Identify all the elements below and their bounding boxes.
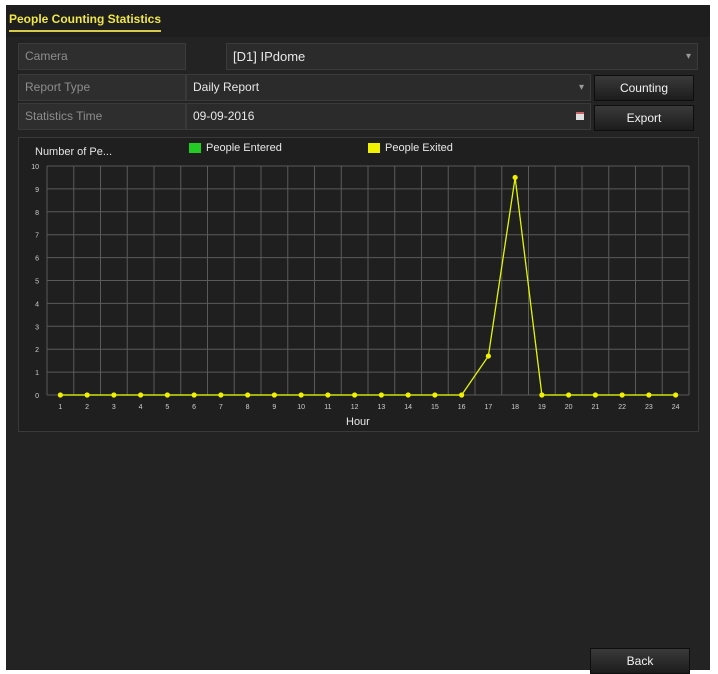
statistics-time-value: 09-09-2016	[193, 109, 255, 123]
x-tick-label: 14	[404, 404, 412, 411]
y-tick-label: 4	[35, 301, 39, 308]
y-tick-label: 0	[35, 393, 39, 400]
y-tick-label: 10	[31, 164, 39, 171]
statistics-time-field[interactable]: 09-09-2016	[186, 103, 591, 130]
x-tick-label: 23	[645, 404, 653, 411]
x-tick-label: 13	[377, 404, 385, 411]
data-point	[646, 392, 652, 398]
x-tick-label: 15	[431, 404, 439, 411]
people-count-chart: 0 1 2 3 4 5 6 7 8 9 10 1 2 3 4 5 6 7 8 9 10 11 12 13 14 15 16 17 18 1…	[18, 137, 699, 432]
data-point	[485, 353, 491, 359]
x-tick-label: 20	[565, 404, 573, 411]
data-point	[164, 392, 170, 398]
data-point	[352, 392, 358, 398]
export-button[interactable]: Export	[594, 105, 694, 131]
legend-people-exited: People Exited	[368, 142, 453, 154]
data-point	[57, 392, 63, 398]
chart-x-title: Hour	[346, 416, 370, 428]
x-tick-label: 8	[246, 404, 250, 411]
x-tick-label: 12	[351, 404, 359, 411]
data-point	[218, 392, 224, 398]
tab-bar: People Counting Statistics	[6, 5, 710, 37]
x-tick-label: 17	[484, 404, 492, 411]
x-tick-label: 3	[112, 404, 116, 411]
legend-swatch-entered	[189, 143, 201, 154]
x-tick-label: 5	[165, 404, 169, 411]
chevron-down-icon: ▾	[685, 51, 691, 62]
x-tick-label: 9	[272, 404, 276, 411]
data-point	[512, 174, 518, 181]
camera-row: Camera [D1] IPdome ▾	[18, 43, 698, 70]
x-tick-label: 6	[192, 404, 196, 411]
data-point	[191, 392, 197, 398]
legend-label-exited: People Exited	[385, 142, 453, 154]
chevron-down-icon: ▾	[578, 82, 584, 93]
data-point	[459, 392, 465, 398]
chart-y-title: Number of Pe...	[35, 146, 113, 158]
counting-button[interactable]: Counting	[594, 75, 694, 101]
y-tick-label: 8	[35, 210, 39, 217]
x-tick-label: 19	[538, 404, 546, 411]
data-point	[298, 392, 304, 398]
data-point	[111, 392, 117, 398]
legend-people-entered: People Entered	[189, 142, 282, 154]
camera-select[interactable]: [D1] IPdome ▾	[226, 43, 698, 70]
x-tick-label: 1	[58, 404, 62, 411]
y-tick-label: 9	[35, 187, 39, 194]
y-tick-label: 1	[35, 370, 39, 377]
data-point	[405, 392, 411, 398]
x-tick-label: 7	[219, 404, 223, 411]
x-tick-label: 16	[458, 404, 466, 411]
data-point	[245, 392, 251, 398]
data-point	[325, 392, 331, 398]
data-point	[539, 392, 545, 398]
camera-value: [D1] IPdome	[233, 49, 306, 64]
y-tick-label: 7	[35, 233, 39, 240]
camera-label: Camera	[18, 43, 186, 70]
x-tick-label: 2	[85, 404, 89, 411]
data-point	[619, 392, 625, 398]
data-point	[592, 392, 598, 398]
tab-people-counting-statistics[interactable]: People Counting Statistics	[9, 12, 161, 26]
y-tick-label: 2	[35, 347, 39, 354]
legend-label-entered: People Entered	[206, 142, 282, 154]
data-point	[673, 392, 679, 398]
legend-swatch-exited	[368, 143, 380, 154]
data-point	[566, 392, 572, 398]
data-point	[84, 392, 90, 398]
x-tick-label: 4	[139, 404, 143, 411]
x-tick-label: 21	[591, 404, 599, 411]
x-tick-label: 10	[297, 404, 305, 411]
x-tick-label: 18	[511, 404, 519, 411]
report-type-label: Report Type	[18, 74, 186, 101]
data-point	[138, 392, 144, 398]
data-point	[378, 392, 384, 398]
x-tick-label: 24	[672, 404, 680, 411]
x-tick-label: 22	[618, 404, 626, 411]
data-point	[432, 392, 438, 398]
y-tick-label: 3	[35, 324, 39, 331]
report-type-value: Daily Report	[193, 80, 260, 94]
y-tick-label: 5	[35, 279, 39, 286]
chart-canvas: 0123456789101 2 3 4 5 6 7 8 9 10 11 12 13 14 15 16 17 18 1…	[31, 164, 690, 411]
y-tick-label: 6	[35, 256, 39, 263]
data-point	[271, 392, 277, 398]
report-type-select[interactable]: Daily Report ▾	[186, 74, 591, 101]
active-tab-underline	[9, 30, 161, 32]
x-tick-label: 11	[324, 404, 331, 411]
back-button[interactable]: Back	[590, 648, 690, 674]
calendar-icon[interactable]	[576, 112, 584, 120]
people-counting-window: People Counting Statistics Camera [D1] I…	[6, 5, 710, 674]
statistics-time-label: Statistics Time	[18, 103, 186, 130]
